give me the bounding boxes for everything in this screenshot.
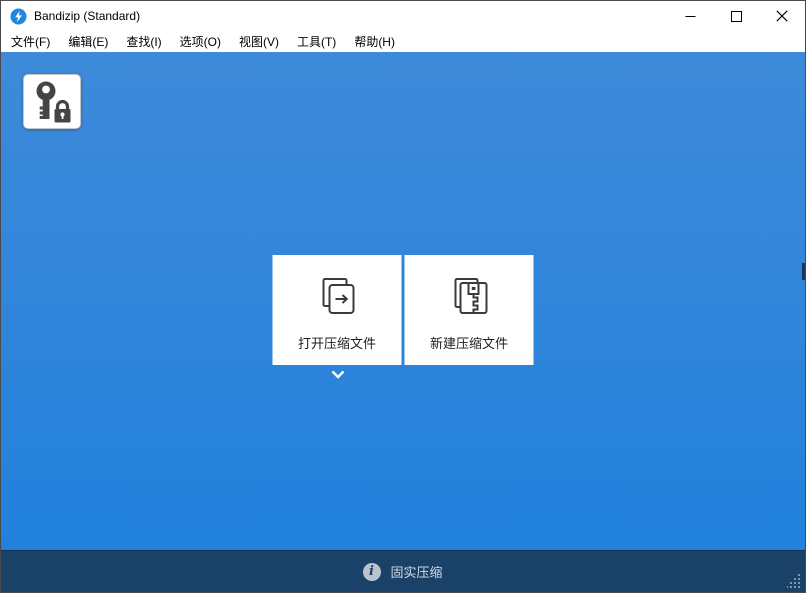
main-area: 打开压缩文件 新建压缩文件 bbox=[1, 52, 805, 550]
statusbar: i 固实压缩 bbox=[1, 550, 805, 592]
resize-grip[interactable] bbox=[787, 574, 801, 588]
close-button[interactable] bbox=[759, 1, 805, 31]
menubar: 文件(F) 编辑(E) 查找(I) 选项(O) 视图(V) 工具(T) 帮助(H… bbox=[1, 31, 805, 52]
menu-edit[interactable]: 编辑(E) bbox=[59, 30, 117, 54]
password-button[interactable] bbox=[23, 74, 81, 129]
menu-file[interactable]: 文件(F) bbox=[2, 30, 59, 54]
key-lock-icon bbox=[31, 79, 73, 125]
maximize-icon bbox=[731, 11, 742, 22]
open-archive-label: 打开压缩文件 bbox=[298, 333, 376, 352]
new-archive-icon bbox=[446, 274, 492, 320]
quick-action-buttons: 打开压缩文件 新建压缩文件 bbox=[273, 255, 534, 365]
menu-tools[interactable]: 工具(T) bbox=[288, 30, 345, 54]
minimize-icon bbox=[685, 11, 696, 22]
maximize-button[interactable] bbox=[713, 1, 759, 31]
bandizip-logo-icon bbox=[10, 8, 27, 25]
menu-find[interactable]: 查找(I) bbox=[117, 30, 170, 54]
window-controls bbox=[667, 1, 805, 31]
open-archive-button[interactable]: 打开压缩文件 bbox=[273, 255, 402, 365]
recent-archives-expander[interactable] bbox=[330, 368, 346, 380]
new-archive-label: 新建压缩文件 bbox=[430, 333, 508, 352]
open-archive-icon bbox=[314, 274, 360, 320]
close-icon bbox=[776, 10, 788, 22]
chevron-down-icon bbox=[331, 370, 345, 379]
bandizip-window: Bandizip (Standard) 文件(F) 编辑(E) bbox=[0, 0, 806, 593]
titlebar: Bandizip (Standard) bbox=[1, 1, 805, 31]
right-edge-marker bbox=[802, 263, 805, 280]
status-message: 固实压缩 bbox=[390, 562, 442, 581]
menu-view[interactable]: 视图(V) bbox=[230, 30, 288, 54]
info-icon: i bbox=[363, 563, 381, 581]
menu-options[interactable]: 选项(O) bbox=[171, 30, 230, 54]
window-title: Bandizip (Standard) bbox=[34, 9, 140, 23]
minimize-button[interactable] bbox=[667, 1, 713, 31]
menu-help[interactable]: 帮助(H) bbox=[345, 30, 404, 54]
new-archive-button[interactable]: 新建压缩文件 bbox=[405, 255, 534, 365]
